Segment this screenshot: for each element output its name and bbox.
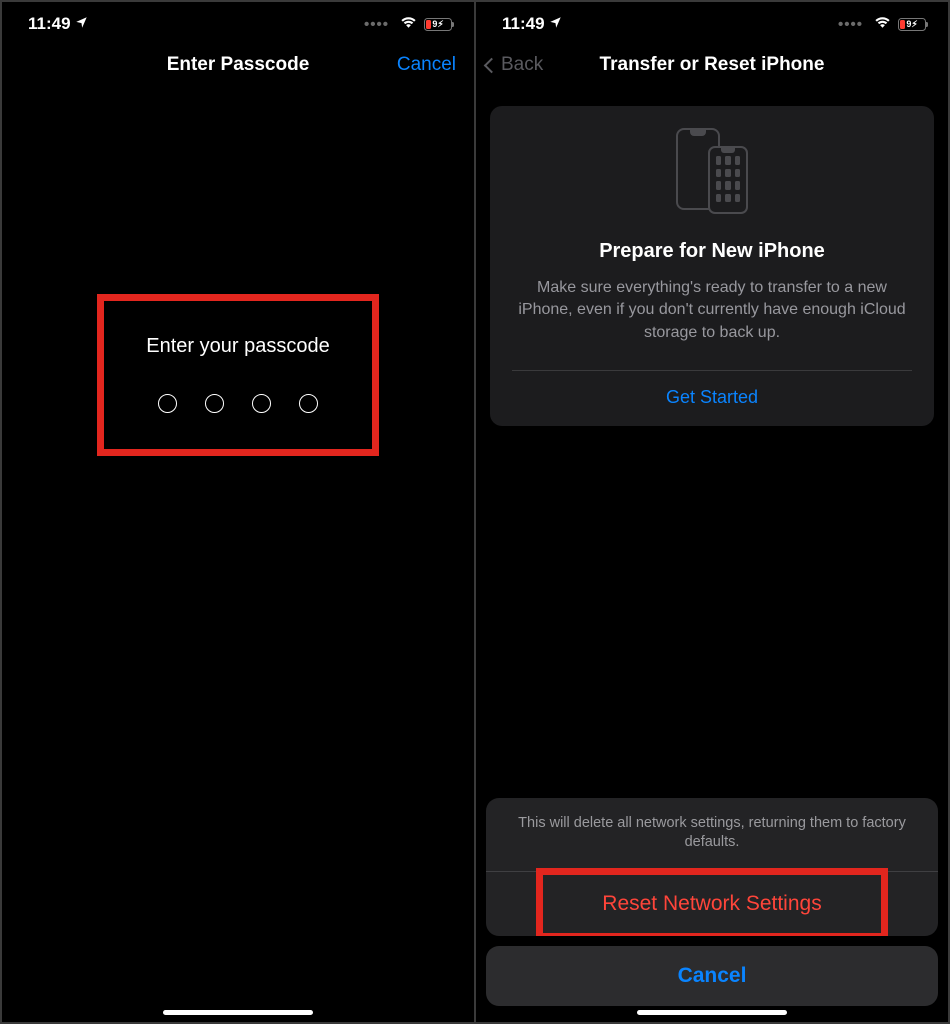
battery-icon: 9⚡︎: [898, 18, 926, 31]
status-bar: 11:49 •••• 9⚡︎: [2, 2, 474, 40]
chevron-left-icon: [484, 57, 500, 73]
cancel-button[interactable]: Cancel: [486, 946, 938, 1006]
status-bar: 11:49 •••• 9⚡︎: [476, 2, 948, 40]
passcode-dot: [252, 394, 271, 413]
recording-dots-icon: ••••: [364, 16, 389, 33]
recording-dots-icon: ••••: [838, 16, 863, 33]
home-indicator[interactable]: [163, 1010, 313, 1015]
prepare-description: Make sure everything's ready to transfer…: [512, 277, 912, 371]
wifi-icon: [873, 14, 892, 34]
location-icon: [549, 14, 562, 34]
action-sheet: This will delete all network settings, r…: [486, 798, 938, 1006]
screenshot-left: 11:49 •••• 9⚡︎ Enter Passcode Cancel Ent…: [2, 2, 474, 1022]
nav-bar: Enter Passcode Cancel: [2, 40, 474, 94]
passcode-dots[interactable]: [114, 394, 362, 413]
passcode-dot: [158, 394, 177, 413]
wifi-icon: [399, 14, 418, 34]
screenshot-right: 11:49 •••• 9⚡︎ Back Transfer or Reset iP…: [476, 2, 948, 1022]
back-button[interactable]: Back: [486, 54, 543, 76]
cancel-button[interactable]: Cancel: [397, 54, 456, 76]
passcode-dot: [299, 394, 318, 413]
back-label: Back: [501, 54, 543, 76]
page-title: Enter Passcode: [167, 54, 310, 76]
prepare-title: Prepare for New iPhone: [512, 240, 912, 263]
passcode-entry-highlight: Enter your passcode: [97, 294, 379, 456]
reset-network-settings-button[interactable]: Reset Network Settings: [486, 872, 938, 936]
page-title: Transfer or Reset iPhone: [600, 54, 825, 76]
passcode-prompt: Enter your passcode: [114, 335, 362, 358]
status-time: 11:49: [502, 14, 545, 34]
sheet-message: This will delete all network settings, r…: [486, 798, 938, 872]
location-icon: [75, 14, 88, 34]
nav-bar: Back Transfer or Reset iPhone: [476, 40, 948, 94]
transfer-devices-icon: [512, 128, 912, 216]
prepare-card: Prepare for New iPhone Make sure everyth…: [490, 106, 934, 426]
status-time: 11:49: [28, 14, 71, 34]
home-indicator[interactable]: [637, 1010, 787, 1015]
passcode-dot: [205, 394, 224, 413]
get-started-button[interactable]: Get Started: [512, 371, 912, 426]
battery-icon: 9⚡︎: [424, 18, 452, 31]
